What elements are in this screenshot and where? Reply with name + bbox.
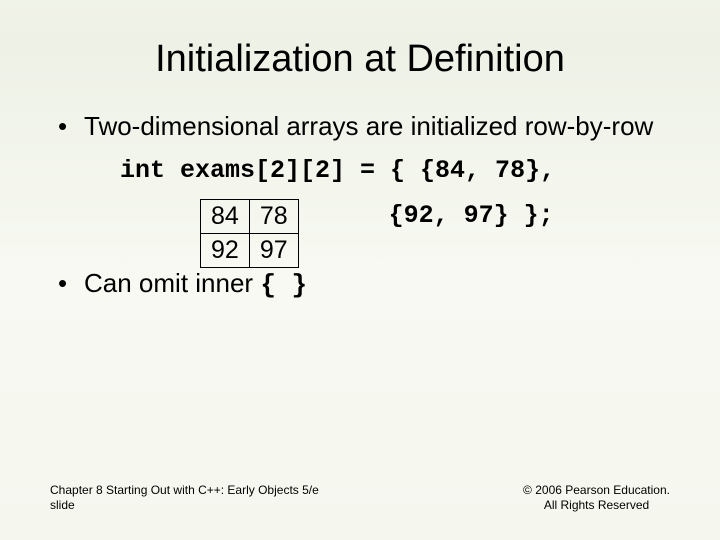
footer-left: Chapter 8 Starting Out with C++: Early O… (50, 483, 319, 514)
bullet-list: Two-dimensional arrays are initialized r… (50, 111, 670, 142)
code-line-2: {92, 97} }; (389, 201, 554, 230)
bullet-2-text: Can omit inner (84, 268, 260, 298)
cell-0-0: 84 (201, 200, 250, 234)
cell-0-1: 78 (249, 200, 298, 234)
bullet-2-code: { } (260, 270, 307, 300)
footer-rights: All Rights Reserved (523, 498, 670, 514)
table-row: 92 97 (201, 234, 299, 268)
bullet-list-2: Can omit inner { } (50, 268, 670, 301)
footer-chapter: Chapter 8 Starting Out with C++: Early O… (50, 483, 319, 499)
code-line-1: int exams[2][2] = { {84, 78}, (120, 156, 670, 185)
bullet-1: Two-dimensional arrays are initialized r… (50, 111, 670, 142)
cell-1-1: 97 (249, 234, 298, 268)
page-title: Initialization at Definition (50, 38, 670, 81)
array-table: 84 78 92 97 (200, 199, 299, 268)
slide-body: Initialization at Definition Two-dimensi… (0, 0, 720, 301)
footer-slide-label: slide (50, 498, 319, 514)
bullet-2: Can omit inner { } (50, 268, 670, 301)
footer-right: © 2006 Pearson Education. All Rights Res… (523, 483, 670, 514)
table-row: 84 78 (201, 200, 299, 234)
footer-copyright: © 2006 Pearson Education. (523, 483, 670, 499)
row-table-code: 84 78 92 97 {92, 97} }; (50, 199, 670, 268)
cell-1-0: 92 (201, 234, 250, 268)
